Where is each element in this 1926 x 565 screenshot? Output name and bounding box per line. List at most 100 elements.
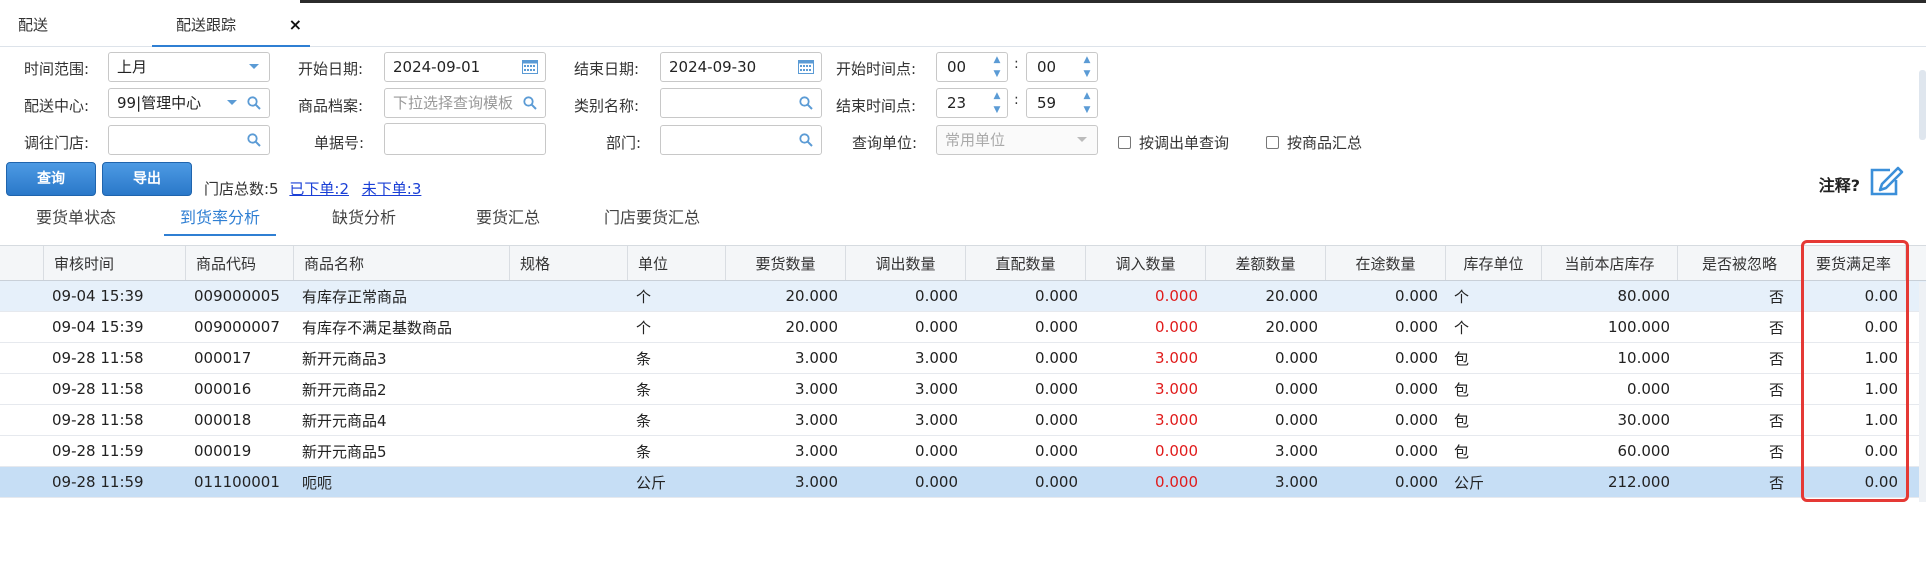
chevron-down-icon[interactable] — [1071, 126, 1093, 154]
header-cell[interactable]: 是否被忽略 — [1678, 246, 1802, 280]
center-select[interactable]: 99|管理中心 — [108, 88, 270, 118]
end-date-field[interactable]: 2024-09-30 — [660, 52, 822, 82]
table-row[interactable]: 09-28 11:58 000018 新开元商品4 条 3.000 3.000 0.000 3… — [0, 405, 1926, 436]
table-cell: 0.000 — [1275, 380, 1318, 398]
chevron-down-icon[interactable] — [221, 89, 243, 117]
caret-up-icon[interactable]: ▲ — [1081, 53, 1093, 67]
search-icon[interactable] — [243, 89, 265, 117]
header-cell[interactable]: 商品名称 — [294, 246, 510, 280]
start-minute-stepper[interactable]: 00 ▲ ▼ — [1026, 52, 1098, 82]
header-cell[interactable]: 商品代码 — [186, 246, 294, 280]
close-icon[interactable]: × — [289, 3, 302, 47]
header-cell[interactable]: 要货数量 — [726, 246, 846, 280]
by-goods-checkbox[interactable]: 按商品汇总 — [1266, 132, 1362, 153]
table-cell: 否 — [1768, 380, 1784, 399]
query-button[interactable]: 查询 — [6, 162, 96, 196]
search-icon[interactable] — [243, 126, 265, 154]
checkbox-box[interactable] — [1266, 136, 1279, 149]
table-cell: 3.000 — [915, 411, 958, 429]
table-cell: 009000005 — [194, 287, 280, 305]
end-minute-stepper[interactable]: 59 ▲ ▼ — [1026, 88, 1098, 118]
table-row[interactable]: 09-04 15:39 009000007 有库存不满足基数商品 个 20.000 0.0… — [0, 312, 1926, 343]
search-icon[interactable] — [795, 89, 817, 117]
table-row[interactable]: 09-28 11:59 011100001 呃呃 公斤 3.000 0.000 0.000 0… — [0, 467, 1926, 498]
table-cell: 011100001 — [194, 473, 280, 491]
table-row[interactable]: 09-28 11:58 000017 新开元商品3 条 3.000 3.000 0.000 3… — [0, 343, 1926, 374]
header-cell[interactable]: 当前本店库存 — [1542, 246, 1678, 280]
chevron-down-icon[interactable] — [243, 53, 265, 81]
time-range-select[interactable]: 上月 — [108, 52, 270, 82]
table-cell: 0.000 — [1627, 380, 1670, 398]
subtab-order-status[interactable]: 要货单状态 — [36, 204, 116, 228]
search-icon[interactable] — [519, 89, 541, 117]
caret-down-icon[interactable]: ▼ — [1081, 67, 1093, 81]
subtab-store-order-summary[interactable]: 门店要货汇总 — [604, 204, 700, 228]
caret-up-icon[interactable]: ▲ — [991, 89, 1003, 103]
header-cell[interactable]: 单位 — [628, 246, 726, 280]
by-out-order-checkbox[interactable]: 按调出单查询 — [1118, 132, 1229, 153]
subtab-shortage[interactable]: 缺货分析 — [332, 204, 396, 228]
caret-up-icon[interactable]: ▲ — [1081, 89, 1093, 103]
table-cell: 000017 — [194, 349, 252, 367]
tab-delivery[interactable]: 配送 — [18, 3, 48, 47]
caret-down-icon[interactable]: ▼ — [991, 67, 1003, 81]
header-cell[interactable]: 规格 — [510, 246, 628, 280]
start-date-field[interactable]: 2024-09-01 — [384, 52, 546, 82]
scrollbar[interactable] — [1919, 70, 1926, 140]
not-ordered-link[interactable]: 未下单:3 — [362, 180, 422, 198]
calendar-icon[interactable] — [795, 53, 817, 81]
table-cell: 009000007 — [194, 318, 280, 336]
dept-label: 部门: — [606, 134, 642, 152]
start-hour-stepper[interactable]: 00 ▲ ▼ — [936, 52, 1008, 82]
caret-up-icon[interactable]: ▲ — [991, 53, 1003, 67]
doc-number-field[interactable] — [384, 123, 546, 155]
dept-field[interactable] — [660, 125, 822, 155]
table-cell: 新开元商品5 — [302, 442, 387, 461]
table-cell: 0.000 — [915, 287, 958, 305]
search-icon[interactable] — [795, 126, 817, 154]
header-cell[interactable]: 调入数量 — [1086, 246, 1206, 280]
subtab-order-summary[interactable]: 要货汇总 — [476, 204, 540, 228]
table-cell: 1.00 — [1864, 380, 1898, 398]
header-cell[interactable]: 审核时间 — [44, 246, 186, 280]
caret-down-icon[interactable]: ▼ — [1081, 103, 1093, 117]
product-placeholder: 下拉选择查询模板 — [393, 94, 514, 112]
table-cell: 3.000 — [1155, 411, 1198, 429]
scrollbar-track[interactable] — [1919, 282, 1926, 502]
category-field[interactable] — [660, 88, 822, 118]
table-row[interactable]: 09-28 11:58 000016 新开元商品2 条 3.000 3.000 0.000 3… — [0, 374, 1926, 405]
table-cell — [510, 374, 628, 404]
checkbox-box[interactable] — [1118, 136, 1131, 149]
ordered-link[interactable]: 已下单:2 — [289, 180, 349, 198]
table-cell — [510, 343, 628, 373]
subtab-arrival-rate[interactable]: 到货率分析 — [164, 204, 277, 236]
table-cell: 3.000 — [795, 473, 838, 491]
header-cell[interactable]: 调出数量 — [846, 246, 966, 280]
edit-icon[interactable] — [1868, 166, 1904, 198]
table-cell: 09-28 11:58 — [52, 411, 144, 429]
store-label: 调往门店: — [24, 134, 90, 152]
table-row[interactable]: 09-28 11:59 000019 新开元商品5 条 3.000 0.000 0.000 0… — [0, 436, 1926, 467]
unit-select[interactable]: 常用单位 — [936, 125, 1098, 155]
time-colon: : — [1014, 56, 1019, 72]
by-out-order-label: 按调出单查询 — [1139, 134, 1230, 152]
caret-down-icon[interactable]: ▼ — [991, 103, 1003, 117]
export-button[interactable]: 导出 — [102, 162, 192, 196]
table-row[interactable]: 09-04 15:39 009000005 有库存正常商品 个 20.000 0.000 0… — [0, 281, 1926, 312]
store-field[interactable] — [108, 125, 270, 155]
header-cell[interactable]: 直配数量 — [966, 246, 1086, 280]
table-cell: 80.000 — [1617, 287, 1671, 305]
tab-delivery-tracking[interactable]: 配送跟踪 × — [152, 3, 310, 47]
header-cell[interactable]: 库存单位 — [1446, 246, 1542, 280]
end-time-label: 结束时间点: — [836, 97, 917, 115]
header-cell[interactable]: 要货满足率 — [1802, 246, 1906, 280]
table-cell: 3.000 — [795, 380, 838, 398]
end-hour-stepper[interactable]: 23 ▲ ▼ — [936, 88, 1008, 118]
header-cell[interactable]: 差额数量 — [1206, 246, 1326, 280]
calendar-icon[interactable] — [519, 53, 541, 81]
product-field[interactable]: 下拉选择查询模板 — [384, 88, 546, 118]
end-date-label: 结束日期: — [574, 60, 640, 78]
table-cell: 10.000 — [1617, 349, 1671, 367]
table-cell: 0.00 — [1864, 473, 1898, 491]
header-cell[interactable]: 在途数量 — [1326, 246, 1446, 280]
